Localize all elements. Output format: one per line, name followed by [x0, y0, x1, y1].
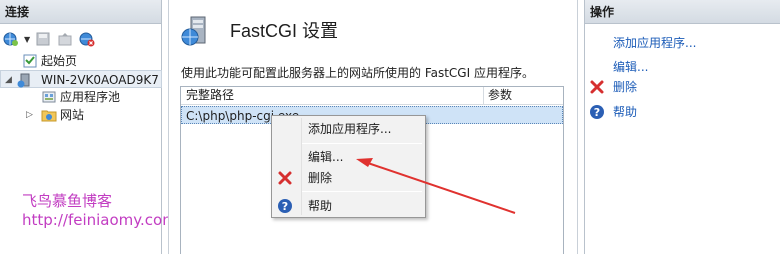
tree-item-label: WIN-2VK0AOAD9K7 — [41, 73, 159, 87]
dropdown-chevron-icon[interactable]: ▼ — [24, 35, 30, 44]
watermark-url: http://feiniaomy.com — [22, 211, 177, 229]
help-icon: ? — [589, 104, 605, 120]
connections-header: 连接 — [0, 0, 161, 24]
tree-item-app-pools[interactable]: 应用程序池 — [0, 88, 162, 106]
table-header: 完整路径 参数 — [181, 87, 563, 105]
delete-x-icon — [589, 79, 605, 95]
sites-folder-icon — [41, 107, 57, 123]
up-level-icon[interactable] — [56, 30, 74, 48]
actions-header: 操作 — [585, 0, 780, 24]
connections-tree: 起始页 ◢ WIN-2VK0AOAD9K7 应用程序池 ▷ 网站 — [0, 52, 162, 124]
actions-panel: 操作 添加应用程序... 编辑... 删除 ? 帮助 — [584, 0, 780, 254]
action-label: 删除 — [613, 80, 638, 94]
page-description: 使用此功能可配置此服务器上的网站所使用的 FastCGI 应用程序。 — [181, 66, 534, 80]
svg-text:?: ? — [282, 200, 288, 213]
tree-item-label: 起始页 — [41, 54, 78, 68]
watermark-name: 飞鸟慕鱼博客 — [22, 192, 113, 210]
menu-separator — [302, 191, 422, 192]
server-icon — [17, 72, 33, 88]
menu-item-label: 删除 — [308, 171, 333, 185]
menu-item-label: 添加应用程序... — [308, 122, 392, 136]
cell-args — [485, 107, 562, 123]
menu-item-label: 编辑... — [308, 150, 344, 164]
menu-item-help[interactable]: ? 帮助 — [272, 196, 425, 216]
tree-item-server[interactable]: ◢ WIN-2VK0AOAD9K7 — [0, 70, 162, 88]
fastcgi-server-icon — [179, 14, 213, 48]
expand-chevron-icon[interactable]: ▷ — [26, 106, 33, 124]
action-help[interactable]: ? 帮助 — [585, 103, 780, 121]
menu-separator — [302, 143, 422, 144]
collapse-chevron-icon[interactable]: ◢ — [5, 71, 12, 89]
connections-toolbar: ▼ — [2, 28, 96, 50]
tree-item-sites[interactable]: ▷ 网站 — [0, 106, 162, 124]
action-delete[interactable]: 删除 — [585, 78, 780, 96]
svg-text:?: ? — [594, 106, 600, 119]
start-page-icon — [22, 53, 38, 69]
tree-item-label: 应用程序池 — [60, 90, 121, 104]
menu-item-add-application[interactable]: 添加应用程序... — [272, 119, 425, 139]
menu-item-edit[interactable]: 编辑... — [272, 147, 425, 167]
action-edit[interactable]: 编辑... — [585, 58, 780, 76]
page-title: FastCGI 设置 — [230, 21, 339, 41]
column-header-args[interactable]: 参数 — [484, 87, 563, 104]
tree-item-label: 网站 — [60, 108, 85, 122]
disconnect-icon[interactable] — [78, 30, 96, 48]
tree-item-start-page[interactable]: 起始页 — [0, 52, 162, 70]
connect-globe-icon[interactable] — [2, 30, 20, 48]
column-header-path[interactable]: 完整路径 — [181, 87, 484, 104]
connections-panel: 连接 ▼ 起始页 ◢ WIN-2VK0AOAD9K7 应用程序池 ▷ 网站 飞鸟… — [0, 0, 177, 254]
context-menu: 添加应用程序... 编辑... 删除 ? 帮助 — [271, 115, 426, 218]
action-label: 帮助 — [613, 105, 638, 119]
action-label: 编辑... — [613, 60, 649, 74]
action-label: 添加应用程序... — [613, 36, 697, 50]
action-add-application[interactable]: 添加应用程序... — [585, 34, 780, 52]
menu-item-label: 帮助 — [308, 199, 333, 213]
app-pool-icon — [41, 89, 57, 105]
menu-item-delete[interactable]: 删除 — [272, 168, 425, 188]
save-icon[interactable] — [34, 30, 52, 48]
help-icon: ? — [277, 198, 293, 214]
delete-x-icon — [277, 170, 293, 186]
